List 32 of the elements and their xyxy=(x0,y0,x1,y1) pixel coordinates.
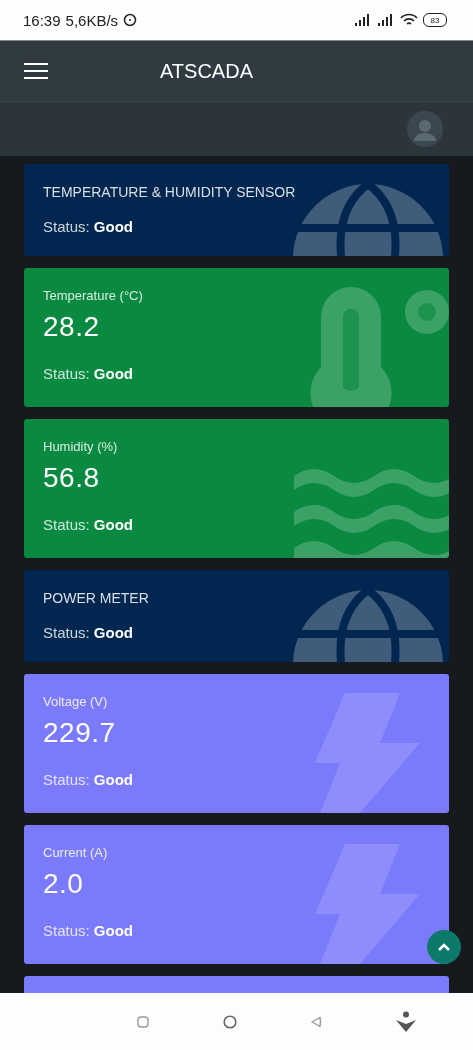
signal-icon xyxy=(377,14,395,26)
card-value: 56.8 xyxy=(43,462,100,494)
card-title: Temperature (°C) xyxy=(43,288,143,303)
card-title: TEMPERATURE & HUMIDITY SENSOR xyxy=(43,184,296,200)
card-status: Status: Good xyxy=(43,516,133,533)
card-status: Status: Good xyxy=(43,624,133,641)
card-status: Status: Good xyxy=(43,771,133,788)
card-status: Status: Good xyxy=(43,922,133,939)
card-title: Voltage (V) xyxy=(43,694,108,709)
card-value: 2.0 xyxy=(43,868,84,900)
app-title: ATSCADA xyxy=(160,59,253,83)
signal-icon xyxy=(354,14,372,26)
thermometer-icon xyxy=(309,287,449,407)
chevron-up-icon xyxy=(438,943,450,951)
network-speed: 5,6KB/s xyxy=(65,11,119,29)
battery-level: 83 xyxy=(423,13,447,27)
back-icon[interactable] xyxy=(310,1015,323,1028)
assistant-icon[interactable] xyxy=(396,1010,417,1033)
card-value: 229.7 xyxy=(43,717,116,749)
card-title: Humidity (%) xyxy=(43,439,118,454)
card-value: 28.2 xyxy=(43,311,100,343)
recent-apps-icon[interactable] xyxy=(136,1015,149,1028)
card-status: Status: Good xyxy=(43,218,133,235)
wifi-icon xyxy=(400,13,418,27)
card-title: POWER METER xyxy=(43,590,149,606)
menu-icon[interactable] xyxy=(24,63,48,79)
home-icon[interactable] xyxy=(222,1014,237,1029)
card-title: Current (A) xyxy=(43,845,108,860)
card-status: Status: Good xyxy=(43,365,133,382)
timer-icon xyxy=(123,13,138,27)
scroll-top-button[interactable] xyxy=(427,930,461,964)
clock-time: 16:39 xyxy=(23,11,61,29)
